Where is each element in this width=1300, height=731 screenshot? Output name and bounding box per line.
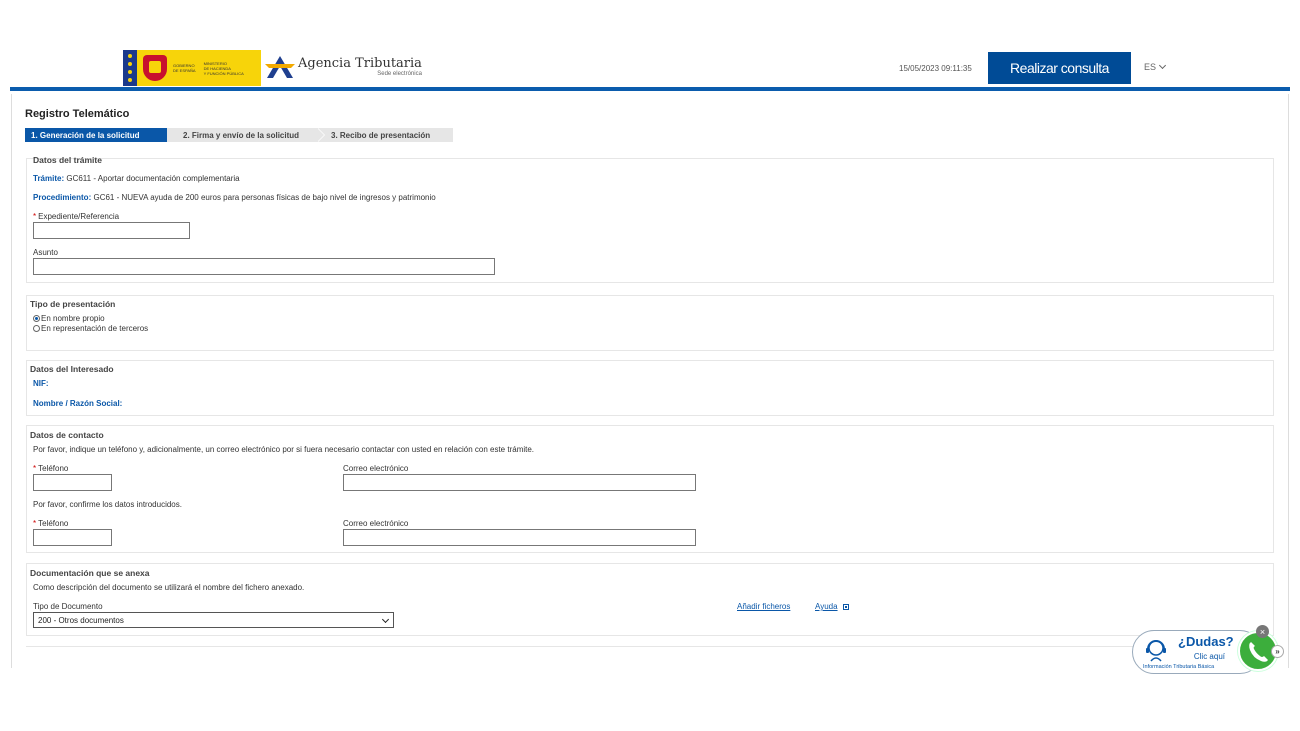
datos-contacto-section: Datos de contacto Por favor, indique un … bbox=[26, 425, 1274, 553]
radio-unchecked-icon[interactable] bbox=[33, 325, 40, 332]
tipo-documento-selected: 200 - Otros documentos bbox=[38, 615, 124, 625]
correo-confirm-input[interactable] bbox=[343, 529, 696, 546]
confirm-text: Por favor, confirme los datos introducid… bbox=[33, 500, 182, 509]
documentacion-section: Documentación que se anexa Como descripc… bbox=[26, 563, 1274, 636]
datos-interesado-section: Datos del Interesado NIF: Nombre / Razón… bbox=[26, 360, 1274, 416]
tipo-presentacion-section: Tipo de presentación En nombre propio En… bbox=[26, 295, 1274, 351]
expediente-label: * Expediente/Referencia bbox=[33, 212, 120, 221]
correo-input[interactable] bbox=[343, 474, 696, 491]
gobierno-text: GOBIERNO DE ESPAÑA bbox=[173, 63, 196, 73]
agency-subtitle: Sede electrónica bbox=[377, 70, 422, 77]
dudas-info-text: Información Tributaria Básica bbox=[1143, 664, 1215, 670]
agencia-tributaria-logo[interactable]: Agencia Tributaria Sede electrónica bbox=[265, 54, 422, 80]
telefono-input[interactable] bbox=[33, 474, 112, 491]
telefono-confirm-label: * Teléfono bbox=[33, 519, 69, 528]
main-content: Registro Telemático 1. Generación de la … bbox=[11, 94, 1289, 668]
radio-representacion-terceros[interactable]: En representación de terceros bbox=[33, 324, 148, 333]
coat-of-arms-icon bbox=[143, 55, 167, 81]
datos-tramite-title: Datos del trámite bbox=[33, 155, 102, 165]
anadir-ficheros-link[interactable]: Añadir ficheros bbox=[737, 602, 790, 611]
expediente-input[interactable] bbox=[33, 222, 190, 239]
close-widget-button[interactable]: × bbox=[1256, 625, 1269, 638]
step-recibo: 3. Recibo de presentación bbox=[317, 128, 453, 142]
correo-confirm-label: Correo electrónico bbox=[343, 519, 409, 528]
documentacion-description: Como descripción del documento se utiliz… bbox=[33, 583, 305, 592]
datos-interesado-title: Datos del Interesado bbox=[30, 364, 114, 374]
ayuda-link[interactable]: Ayuda bbox=[815, 602, 838, 611]
agency-title: Agencia Tributaria bbox=[298, 55, 422, 71]
bottom-divider bbox=[26, 646, 1274, 647]
tipo-presentacion-title: Tipo de presentación bbox=[30, 299, 116, 309]
chevron-down-icon bbox=[1158, 61, 1167, 70]
language-label: ES bbox=[1144, 62, 1157, 72]
ministerio-text: MINISTERIO DE HACIENDA Y FUNCIÓN PÚBLICA bbox=[203, 60, 244, 76]
contacto-intro: Por favor, indique un teléfono y, adicio… bbox=[33, 445, 535, 454]
asunto-label: Asunto bbox=[33, 248, 58, 257]
datos-tramite-section: Datos del trámite Trámite: GC611 - Aport… bbox=[26, 155, 1274, 283]
correo-label: Correo electrónico bbox=[343, 464, 409, 473]
datos-contacto-title: Datos de contacto bbox=[30, 430, 104, 440]
site-header: GOBIERNO DE ESPAÑA MINISTERIO DE HACIEND… bbox=[0, 0, 1300, 94]
procedimiento-row: Procedimiento: GC61 - NUEVA ayuda de 200… bbox=[33, 193, 436, 202]
tipo-documento-label: Tipo de Documento bbox=[33, 602, 103, 611]
aeat-triangle-icon bbox=[265, 56, 295, 78]
nif-label: NIF: bbox=[33, 379, 49, 388]
external-link-icon[interactable] bbox=[843, 604, 849, 610]
progress-steps: 1. Generación de la solicitud 2. Firma y… bbox=[25, 128, 453, 142]
radio-checked-icon[interactable] bbox=[33, 315, 40, 322]
radio-nombre-propio[interactable]: En nombre propio bbox=[33, 314, 105, 323]
headset-agent-icon bbox=[1146, 640, 1166, 662]
asunto-input[interactable] bbox=[33, 258, 495, 275]
dudas-title: ¿Dudas? bbox=[1178, 634, 1234, 649]
tipo-documento-select[interactable]: 200 - Otros documentos bbox=[33, 612, 394, 628]
telefono-label: * Teléfono bbox=[33, 464, 69, 473]
step-firma: 2. Firma y envío de la solicitud bbox=[167, 128, 325, 142]
nombre-razon-social-label: Nombre / Razón Social: bbox=[33, 399, 123, 408]
expand-widget-button[interactable]: » bbox=[1271, 645, 1284, 658]
documentacion-title: Documentación que se anexa bbox=[30, 568, 150, 578]
step-generacion: 1. Generación de la solicitud bbox=[25, 128, 174, 142]
page-title: Registro Telemático bbox=[25, 108, 130, 120]
realizar-consulta-button[interactable]: Realizar consulta bbox=[988, 52, 1131, 84]
chevron-down-icon bbox=[381, 615, 390, 624]
language-selector[interactable]: ES bbox=[1144, 61, 1167, 72]
datetime-display: 15/05/2023 09:11:35 bbox=[899, 64, 972, 73]
telefono-confirm-input[interactable] bbox=[33, 529, 112, 546]
flag-strip-icon bbox=[123, 50, 137, 86]
gobierno-logo[interactable]: GOBIERNO DE ESPAÑA MINISTERIO DE HACIEND… bbox=[123, 50, 261, 86]
dudas-click-text: Clic aquí bbox=[1193, 652, 1225, 661]
tramite-row: Trámite: GC611 - Aportar documentación c… bbox=[33, 174, 240, 183]
header-divider bbox=[10, 87, 1290, 91]
